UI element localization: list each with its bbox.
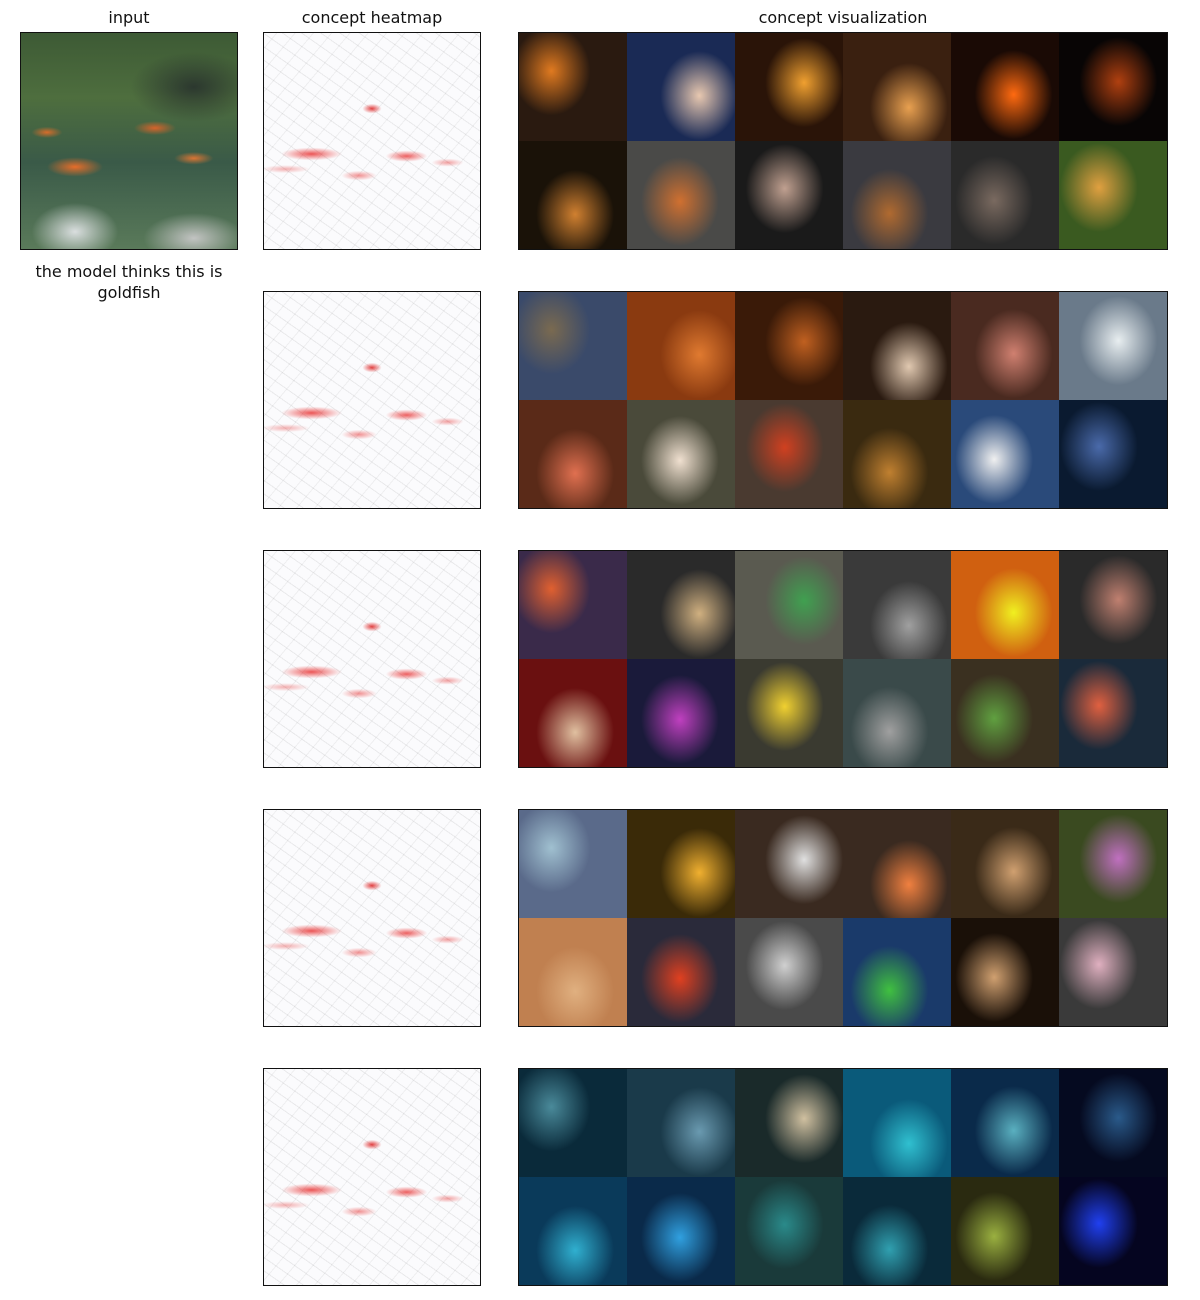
concept-patch <box>735 1069 843 1177</box>
concept-heatmap-1 <box>263 32 481 250</box>
concept-patch <box>1059 1069 1167 1177</box>
concept-patch <box>951 292 1059 400</box>
concept-patch <box>843 551 951 659</box>
concept-patch <box>843 1177 951 1285</box>
concept-patch <box>1059 141 1167 249</box>
concept-patch <box>951 918 1059 1026</box>
heatmap-column-title: concept heatmap <box>301 8 443 27</box>
concept-patch <box>735 1177 843 1285</box>
concept-patch <box>519 659 627 767</box>
concept-patch <box>1059 810 1167 918</box>
concept-patch <box>951 33 1059 141</box>
concept-heatmap-5 <box>263 1068 481 1286</box>
concept-patch <box>735 810 843 918</box>
concept-patch <box>519 810 627 918</box>
concept-patch <box>519 918 627 1026</box>
concept-patch <box>1059 292 1167 400</box>
concept-visualization-4 <box>518 809 1168 1027</box>
input-column-title: input <box>108 8 150 27</box>
concept-patch <box>843 292 951 400</box>
concept-patch <box>951 659 1059 767</box>
concept-patch <box>843 33 951 141</box>
input-image <box>20 32 238 250</box>
prediction-caption: the model thinks this is goldfish <box>35 262 223 302</box>
concept-visualization-2 <box>518 291 1168 509</box>
concept-patch <box>735 551 843 659</box>
concept-patch <box>951 551 1059 659</box>
concept-patch <box>843 810 951 918</box>
concept-patch <box>627 551 735 659</box>
concept-heatmap-2 <box>263 291 481 509</box>
concept-patch <box>627 400 735 508</box>
concept-patch <box>735 918 843 1026</box>
concept-patch <box>843 918 951 1026</box>
concept-patch <box>843 1069 951 1177</box>
concept-patch <box>735 400 843 508</box>
concept-patch <box>735 292 843 400</box>
concept-patch <box>627 141 735 249</box>
concept-patch <box>843 141 951 249</box>
concept-patch <box>627 810 735 918</box>
concept-patch <box>519 400 627 508</box>
concept-heatmap-4 <box>263 809 481 1027</box>
concept-patch <box>951 1069 1059 1177</box>
visualization-column-title: concept visualization <box>758 8 928 27</box>
concept-patch <box>1059 918 1167 1026</box>
concept-patch <box>1059 33 1167 141</box>
concept-patch <box>1059 659 1167 767</box>
concept-visualization-5 <box>518 1068 1168 1286</box>
concept-patch <box>735 141 843 249</box>
concept-patch <box>1059 400 1167 508</box>
concept-patch <box>843 659 951 767</box>
concept-patch <box>519 1069 627 1177</box>
concept-patch <box>627 918 735 1026</box>
concept-patch <box>627 659 735 767</box>
concept-patch <box>519 551 627 659</box>
concept-patch <box>951 141 1059 249</box>
concept-patch <box>627 292 735 400</box>
concept-heatmap-3 <box>263 550 481 768</box>
concept-patch <box>519 292 627 400</box>
concept-patch <box>519 33 627 141</box>
concept-patch <box>1059 1177 1167 1285</box>
concept-patch <box>843 400 951 508</box>
concept-patch <box>1059 551 1167 659</box>
concept-patch <box>627 1069 735 1177</box>
concept-patch <box>951 810 1059 918</box>
concept-patch <box>519 1177 627 1285</box>
concept-patch <box>951 1177 1059 1285</box>
concept-patch <box>627 1177 735 1285</box>
concept-patch <box>735 33 843 141</box>
concept-visualization-1 <box>518 32 1168 250</box>
concept-patch <box>627 33 735 141</box>
concept-patch <box>951 400 1059 508</box>
concept-visualization-3 <box>518 550 1168 768</box>
concept-patch <box>735 659 843 767</box>
concept-patch <box>519 141 627 249</box>
